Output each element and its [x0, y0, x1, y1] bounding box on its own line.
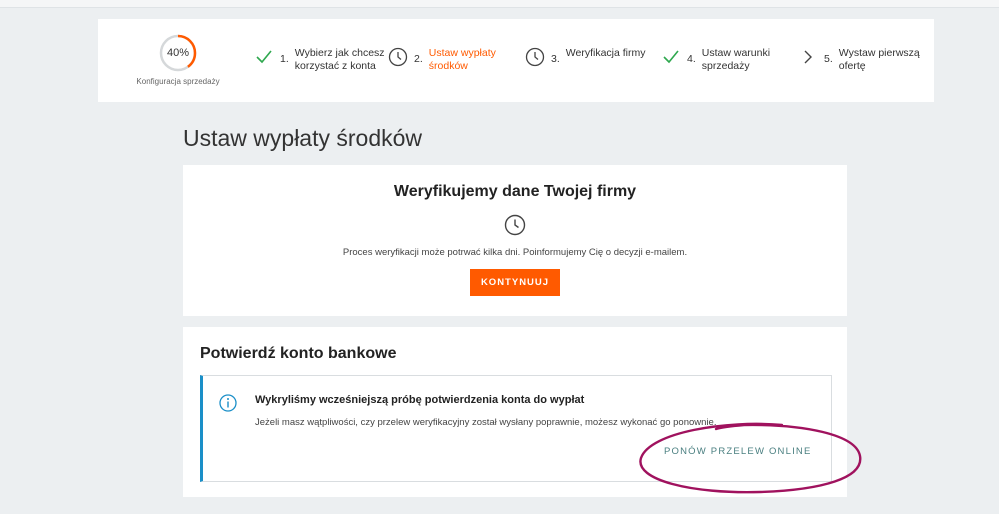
step-number: 2.	[414, 53, 423, 65]
step-label: Wystaw pierwszą ofertę	[838, 47, 920, 72]
verification-title: Weryfikujemy dane Twojej firmy	[393, 183, 637, 200]
browser-top-bar	[0, 0, 999, 8]
verification-card: Weryfikujemy dane Twojej firmy Proces we…	[183, 165, 847, 316]
step-label: Ustaw warunki sprzedaży	[701, 47, 771, 72]
step-3[interactable]: 3. Weryfikacja firmy	[525, 47, 666, 67]
check-icon	[254, 47, 274, 67]
step-number: 4.	[687, 53, 696, 65]
step-2[interactable]: 2. Ustaw wypłaty środków	[388, 47, 519, 73]
info-icon	[219, 394, 237, 412]
step-label: Ustaw wypłaty środków	[428, 47, 496, 72]
clock-icon	[388, 47, 408, 67]
step-4[interactable]: 4. Ustaw warunki sprzedaży	[661, 47, 782, 73]
progress-ring: 40%	[158, 33, 198, 73]
retry-transfer-link[interactable]: PONÓW PRZELEW ONLINE	[664, 446, 812, 457]
check-icon	[661, 47, 681, 67]
step-label: Weryfikacja firmy	[565, 47, 646, 59]
setup-progress-bar: 40% Konfiguracja sprzedaży 1. Wybierz ja…	[98, 19, 934, 102]
info-text: Jeżeli masz wątpliwości, czy przelew wer…	[255, 417, 717, 428]
step-number: 5.	[824, 53, 833, 65]
info-heading: Wykryliśmy wcześniejszą próbę potwierdze…	[255, 394, 585, 406]
progress-label: Konfiguracja sprzedaży	[136, 77, 220, 86]
continue-button[interactable]: KONTYNUUJ	[469, 269, 561, 296]
progress-indicator: 40% Konfiguracja sprzedaży	[128, 33, 228, 86]
page-title: Ustaw wypłaty środków	[183, 125, 423, 151]
info-alert: Wykryliśmy wcześniejszą próbę potwierdze…	[200, 375, 832, 482]
verification-text: Proces weryfikacji może potrwać kilka dn…	[342, 247, 688, 258]
step-5[interactable]: 5. Wystaw pierwszą ofertę	[798, 47, 929, 73]
step-number: 3.	[551, 53, 560, 65]
step-label: Wybierz jak chcesz korzystać z konta	[294, 47, 385, 72]
step-1[interactable]: 1. Wybierz jak chcesz korzystać z konta	[254, 47, 385, 73]
clock-icon	[525, 47, 545, 67]
chevron-right-icon	[798, 47, 818, 67]
bank-section-title: Potwierdź konto bankowe	[200, 345, 397, 362]
clock-icon	[504, 214, 526, 236]
bank-account-card: Potwierdź konto bankowe Wykryliśmy wcześ…	[183, 327, 847, 497]
progress-percent: 40%	[166, 47, 190, 59]
step-number: 1.	[280, 53, 289, 65]
